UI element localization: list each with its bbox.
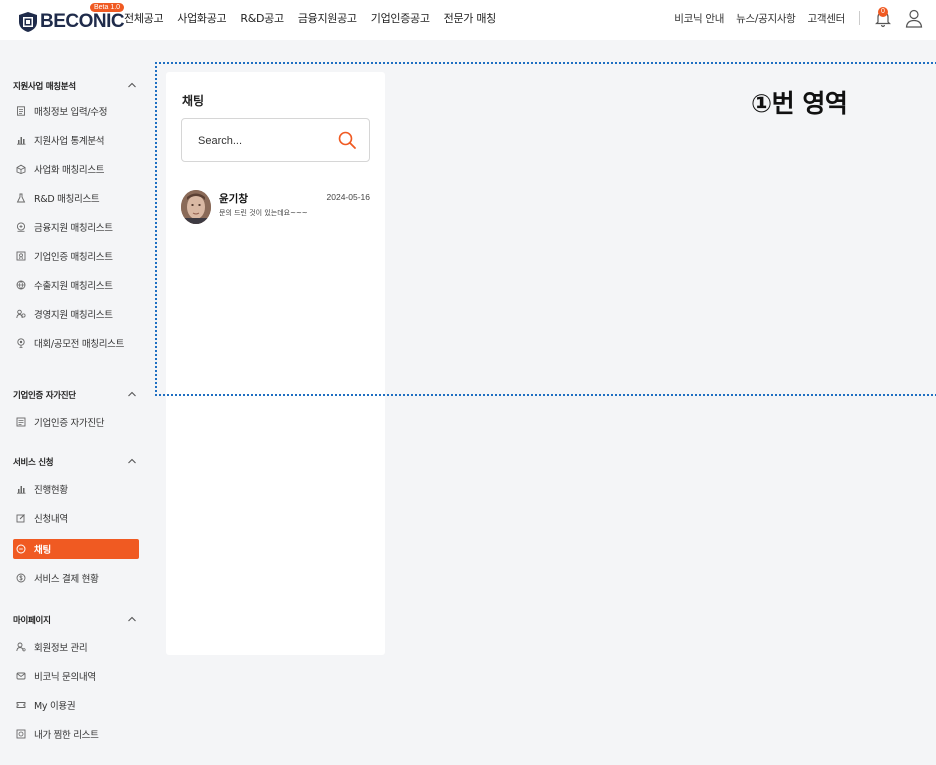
sidebar-item-payment-status[interactable]: 서비스 결제 현황 — [16, 569, 99, 587]
divider — [859, 11, 860, 25]
chat-search-box — [181, 118, 370, 162]
sidebar-item-commercialization[interactable]: 사업화 매칭리스트 — [16, 160, 105, 178]
main-menu: 전체공고 사업화공고 R&D공고 금융지원공고 기업인증공고 전문가 매칭 — [124, 10, 496, 26]
sidebar-item-my-pass[interactable]: My 이용권 — [16, 696, 76, 714]
search-input[interactable] — [198, 131, 338, 151]
sidebar-item-label: R&D 매칭리스트 — [34, 194, 100, 205]
chat-icon — [16, 544, 26, 554]
sidebar-item-label: 신청내역 — [34, 514, 68, 525]
sidebar-item-finance[interactable]: 금융지원 매칭리스트 — [16, 218, 113, 236]
chevron-up-icon[interactable] — [127, 390, 137, 398]
menu-expert-matching[interactable]: 전문가 매칭 — [444, 10, 497, 26]
sidebar-item-label: 매칭정보 입력/수정 — [34, 107, 108, 118]
util-news-link[interactable]: 뉴스/공지사항 — [736, 11, 796, 26]
mail-icon — [16, 672, 26, 680]
people-icon — [16, 309, 26, 319]
sidebar-item-label: 내가 찜한 리스트 — [34, 730, 99, 741]
ticket-icon — [16, 702, 26, 708]
util-support-link[interactable]: 고객센터 — [808, 11, 846, 26]
sidebar-item-label: My 이용권 — [34, 701, 76, 712]
logo-wordmark: BECONIC — [40, 11, 125, 32]
sidebar-item-label: 금융지원 매칭리스트 — [34, 223, 113, 234]
flask-icon — [16, 193, 26, 203]
sidebar-item-label: 경영지원 매칭리스트 — [34, 310, 113, 321]
sidebar-item-member-info[interactable]: 회원정보 관리 — [16, 638, 88, 656]
menu-all-notices[interactable]: 전체공고 — [124, 10, 164, 26]
chevron-up-icon[interactable] — [127, 81, 137, 89]
sidebar-item-self-diagnosis[interactable]: 기업인증 자가진단 — [16, 413, 105, 431]
shield-logo-icon — [19, 12, 37, 32]
sidebar-item-progress[interactable]: 진행현황 — [16, 480, 68, 498]
sidebar-item-request-history[interactable]: 신청내역 — [16, 509, 68, 527]
notification-button[interactable]: 0 — [874, 7, 892, 28]
notification-count-badge: 0 — [878, 7, 888, 17]
menu-rnd-notices[interactable]: R&D공고 — [240, 10, 284, 26]
sidebar-item-bookmarks[interactable]: 내가 찜한 리스트 — [16, 725, 99, 743]
sidebar-item-label: 기업인증 매칭리스트 — [34, 252, 113, 263]
sidebar-item-label: 지원사업 통계분석 — [34, 136, 105, 147]
sidebar-item-matching-info[interactable]: 매칭정보 입력/수정 — [16, 102, 107, 120]
box-icon — [16, 164, 26, 174]
chat-list-panel: 채팅 윤기창 2024-05-16 문의 드린 것이 있는데요~~~ — [166, 72, 385, 655]
section-mypage[interactable]: 마이페이지 — [13, 614, 51, 626]
chevron-up-icon[interactable] — [127, 457, 137, 465]
top-navigation-bar: BECONIC Beta 1.0 전체공고 사업화공고 R&D공고 금융지원공고… — [0, 0, 936, 40]
sidebar-item-label: 사업화 매칭리스트 — [34, 165, 105, 176]
menu-finance-notices[interactable]: 금융지원공고 — [298, 10, 357, 26]
section-self-diagnosis[interactable]: 기업인증 자가진단 — [13, 389, 76, 401]
section-support-matching[interactable]: 지원사업 매칭분석 — [13, 80, 76, 92]
sidebar-item-certification[interactable]: 기업인증 매칭리스트 — [16, 247, 113, 265]
certificate-icon — [16, 251, 26, 261]
sidebar-item-label: 기업인증 자가진단 — [34, 418, 105, 429]
sidebar-item-label: 비코닉 문의내역 — [34, 672, 96, 683]
checklist-icon — [16, 417, 26, 427]
chat-conversation-item[interactable]: 윤기창 2024-05-16 문의 드린 것이 있는데요~~~ — [181, 186, 371, 226]
trophy-icon — [17, 338, 25, 348]
beconic-logo[interactable]: BECONIC Beta 1.0 — [18, 3, 125, 36]
sidebar-item-label: 채팅 — [34, 545, 51, 556]
menu-certification-notices[interactable]: 기업인증공고 — [371, 10, 430, 26]
sidebar-item-label: 수출지원 매칭리스트 — [34, 281, 113, 292]
globe-icon — [16, 280, 26, 290]
sidebar-item-rnd[interactable]: R&D 매칭리스트 — [16, 189, 100, 207]
search-icon[interactable] — [337, 130, 357, 150]
sidebar-item-statistics[interactable]: 지원사업 통계분석 — [16, 131, 105, 149]
user-settings-icon — [16, 642, 26, 652]
sidebar-item-export[interactable]: 수출지원 매칭리스트 — [16, 276, 113, 294]
avatar — [181, 190, 211, 224]
sidebar-item-inquiry-history[interactable]: 비코닉 문의내역 — [16, 667, 96, 685]
sidebar-item-label: 진행현황 — [34, 485, 68, 496]
bookmark-icon — [16, 729, 26, 739]
page-title: 채팅 — [182, 94, 205, 108]
util-about-link[interactable]: 비코닉 안내 — [674, 11, 724, 26]
dollar-circle-icon — [16, 573, 26, 583]
chat-date: 2024-05-16 — [326, 192, 370, 202]
menu-commercialization-notices[interactable]: 사업화공고 — [177, 10, 226, 26]
bar-chart-icon — [17, 137, 26, 145]
user-profile-icon[interactable] — [904, 8, 924, 28]
bar-chart-icon — [17, 486, 26, 494]
area-label: ①번 영역 — [751, 89, 848, 118]
sidebar-item-label: 대회/공모전 매칭리스트 — [34, 339, 125, 350]
sidebar-item-label: 회원정보 관리 — [34, 643, 88, 654]
chat-message-preview: 문의 드린 것이 있는데요~~~ — [219, 209, 308, 217]
sidebar-item-management[interactable]: 경영지원 매칭리스트 — [16, 305, 113, 323]
utility-menu: 비코닉 안내 뉴스/공지사항 고객센터 0 — [662, 7, 924, 28]
chevron-up-icon[interactable] — [127, 615, 137, 623]
edit-icon — [16, 514, 25, 523]
sidebar-item-label: 서비스 결제 현황 — [34, 574, 99, 585]
sidebar-item-chat[interactable]: 채팅 — [13, 539, 139, 559]
coin-icon — [16, 222, 26, 232]
section-service-request[interactable]: 서비스 신청 — [13, 456, 54, 468]
sidebar-item-contest[interactable]: 대회/공모전 매칭리스트 — [16, 334, 124, 352]
document-icon — [17, 106, 25, 116]
chat-contact-name: 윤기창 — [219, 193, 248, 205]
beta-badge: Beta 1.0 — [90, 3, 125, 12]
